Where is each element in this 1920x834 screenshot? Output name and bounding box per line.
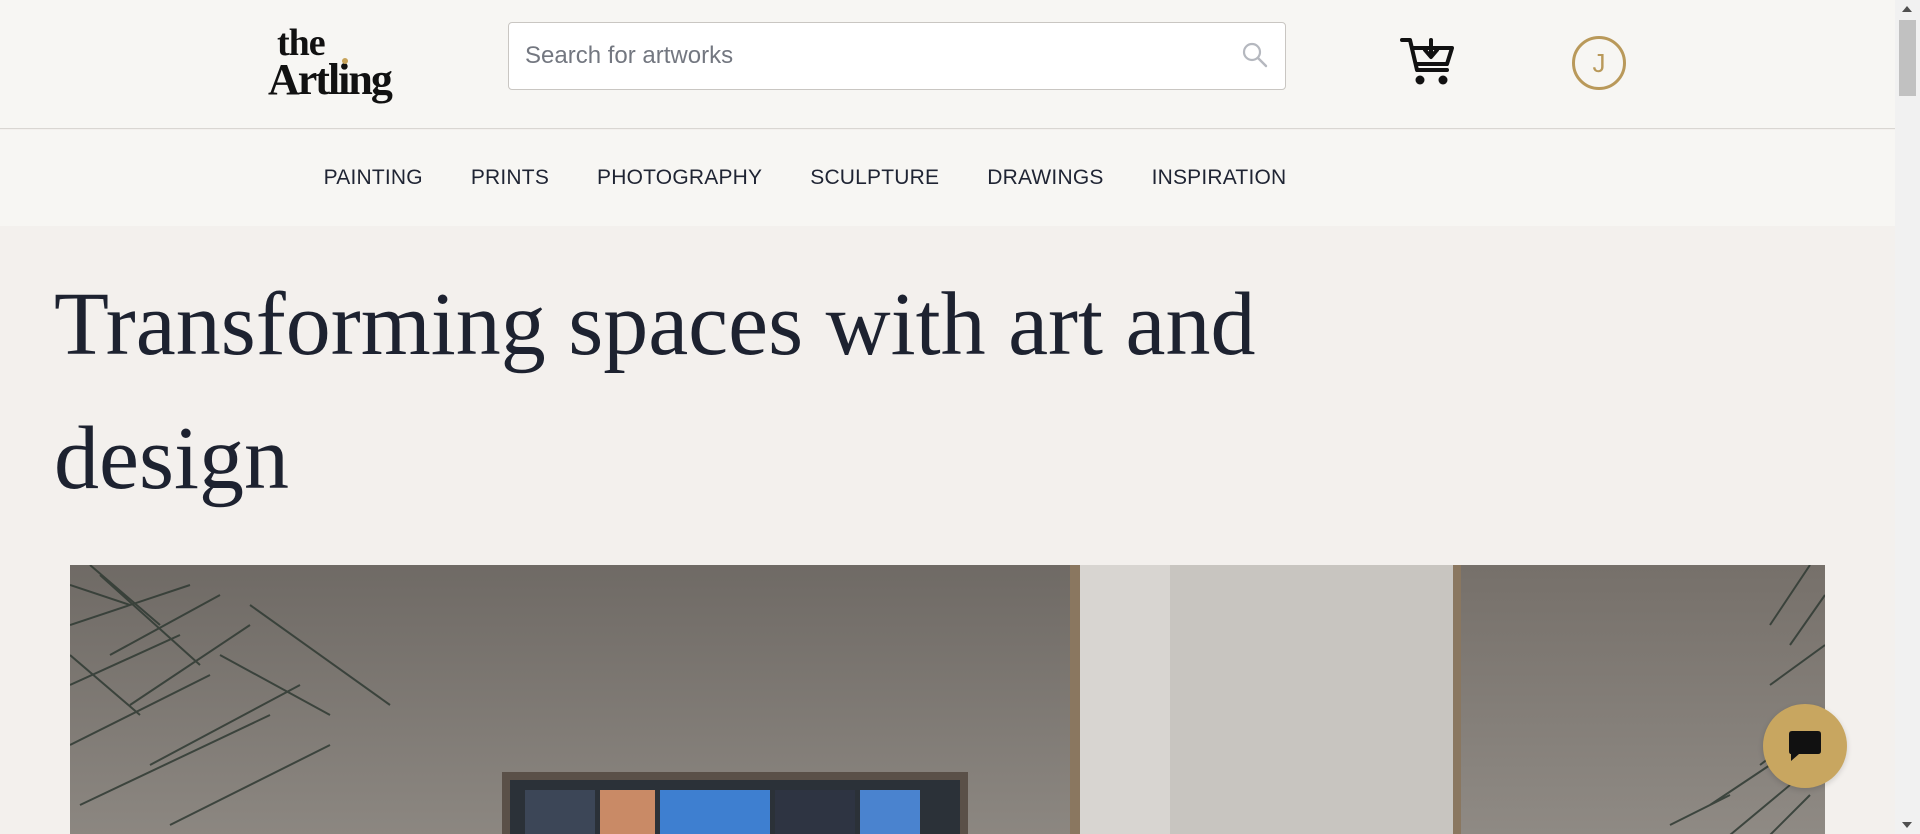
cart-download-icon[interactable] [1400,36,1456,88]
chat-button[interactable] [1763,704,1847,788]
avatar-initial: J [1592,47,1606,78]
page-scrollbar[interactable] [1895,0,1920,834]
artling-logo[interactable]: the Artling [268,24,393,104]
chat-bubble-icon [1789,731,1821,761]
nav-item-painting[interactable]: PAINTING [324,166,423,190]
nav-item-inspiration[interactable]: INSPIRATION [1152,166,1287,190]
search-icon[interactable] [1241,41,1269,69]
hero-image [70,565,1825,834]
nav-item-prints[interactable]: PRINTS [471,166,549,190]
scrollbar-thumb[interactable] [1899,20,1916,96]
nav-item-drawings[interactable]: DRAWINGS [987,166,1103,190]
scroll-down-arrow[interactable] [1902,822,1912,828]
search-input[interactable] [510,24,1210,88]
page: the Artling J PAINTING PRINTS PHOTOGRAPH… [0,0,1895,834]
category-nav: PAINTING PRINTS PHOTOGRAPHY SCULPTURE DR… [0,130,1895,226]
logo-line-2: Artling [268,55,393,104]
user-avatar[interactable]: J [1572,36,1626,90]
search-box [508,22,1286,90]
nav-item-photography[interactable]: PHOTOGRAPHY [597,166,762,190]
logo-dot [342,58,348,64]
scroll-up-arrow[interactable] [1902,6,1912,12]
site-header: the Artling J [0,0,1895,129]
interior-photo [70,565,1825,834]
page-title: Transforming spaces with art and design [54,275,1256,508]
nav-item-sculpture[interactable]: SCULPTURE [810,166,939,190]
